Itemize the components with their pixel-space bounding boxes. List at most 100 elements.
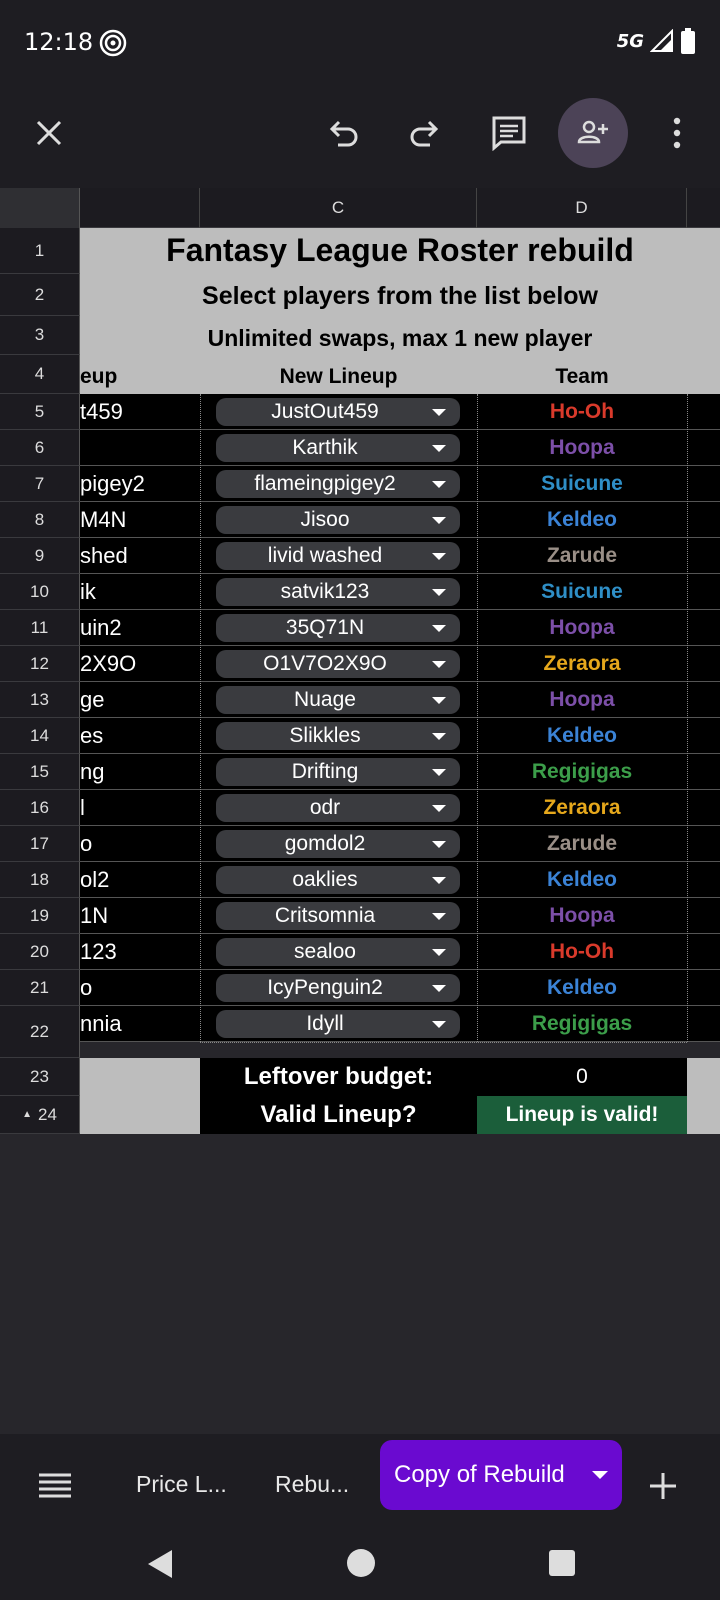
- new-lineup-dropdown[interactable]: sealoo: [216, 938, 460, 966]
- new-lineup-dropdown[interactable]: Drifting: [216, 758, 460, 786]
- column-header-b[interactable]: [80, 188, 200, 228]
- leftover-budget-label[interactable]: Leftover budget:: [200, 1058, 477, 1096]
- new-lineup-dropdown[interactable]: satvik123: [216, 578, 460, 606]
- old-lineup-cell[interactable]: es: [80, 718, 200, 754]
- team-cell[interactable]: Zarude: [477, 538, 687, 574]
- header-team[interactable]: Team: [477, 360, 687, 394]
- team-cell[interactable]: Zeraora: [477, 790, 687, 826]
- old-lineup-cell[interactable]: 123: [80, 934, 200, 970]
- row-header-24[interactable]: ▲ 24: [0, 1096, 80, 1134]
- old-lineup-cell[interactable]: shed: [80, 538, 200, 574]
- row-header-17[interactable]: 17: [0, 826, 80, 862]
- new-lineup-dropdown[interactable]: O1V7O2X9O: [216, 650, 460, 678]
- team-cell[interactable]: Regigigas: [477, 1006, 687, 1042]
- team-cell[interactable]: Suicune: [477, 466, 687, 502]
- new-lineup-dropdown[interactable]: Idyll: [216, 1010, 460, 1038]
- new-lineup-dropdown[interactable]: Slikkles: [216, 722, 460, 750]
- undo-button[interactable]: [308, 98, 378, 168]
- row-header-1[interactable]: 1: [0, 228, 80, 274]
- row-header-7[interactable]: 7: [0, 466, 80, 502]
- back-icon[interactable]: [146, 1548, 174, 1580]
- team-cell[interactable]: Keldeo: [477, 862, 687, 898]
- column-header-d[interactable]: D: [477, 188, 687, 228]
- row-header-3[interactable]: 3: [0, 316, 80, 355]
- new-lineup-dropdown[interactable]: gomdol2: [216, 830, 460, 858]
- old-lineup-cell[interactable]: 1N: [80, 898, 200, 934]
- row-header-10[interactable]: 10: [0, 574, 80, 610]
- old-lineup-cell[interactable]: ik: [80, 574, 200, 610]
- old-lineup-cell[interactable]: uin2: [80, 610, 200, 646]
- old-lineup-cell[interactable]: nnia: [80, 1006, 200, 1042]
- row-header-16[interactable]: 16: [0, 790, 80, 826]
- new-lineup-dropdown[interactable]: livid washed: [216, 542, 460, 570]
- row-header-6[interactable]: 6: [0, 430, 80, 466]
- home-icon[interactable]: [346, 1548, 376, 1578]
- row-header-19[interactable]: 19: [0, 898, 80, 934]
- new-lineup-dropdown[interactable]: Karthik: [216, 434, 460, 462]
- team-cell[interactable]: Keldeo: [477, 502, 687, 538]
- old-lineup-cell[interactable]: l: [80, 790, 200, 826]
- row-header-23[interactable]: 23: [0, 1058, 80, 1096]
- old-lineup-cell[interactable]: 2X9O: [80, 646, 200, 682]
- old-lineup-cell[interactable]: o: [80, 826, 200, 862]
- new-lineup-dropdown[interactable]: Jisoo: [216, 506, 460, 534]
- team-cell[interactable]: Hoopa: [477, 610, 687, 646]
- leftover-budget-value[interactable]: 0: [477, 1058, 687, 1096]
- share-button[interactable]: [558, 98, 628, 168]
- old-lineup-cell[interactable]: ol2: [80, 862, 200, 898]
- new-lineup-dropdown[interactable]: Nuage: [216, 686, 460, 714]
- old-lineup-cell[interactable]: M4N: [80, 502, 200, 538]
- row-header-21[interactable]: 21: [0, 970, 80, 1006]
- tab-copy-of-rebuild[interactable]: Copy of Rebuild: [380, 1440, 622, 1510]
- team-cell[interactable]: Zeraora: [477, 646, 687, 682]
- old-lineup-cell[interactable]: ng: [80, 754, 200, 790]
- column-header-c[interactable]: C: [200, 188, 477, 228]
- recents-icon[interactable]: [548, 1549, 576, 1577]
- row-header-9[interactable]: 9: [0, 538, 80, 574]
- valid-lineup-status[interactable]: Lineup is valid!: [477, 1096, 687, 1134]
- sheet-empty-area[interactable]: [0, 1134, 720, 1434]
- row-header-12[interactable]: 12: [0, 646, 80, 682]
- new-lineup-dropdown[interactable]: 35Q71N: [216, 614, 460, 642]
- new-lineup-dropdown[interactable]: flameingpigey2: [216, 470, 460, 498]
- row-header-14[interactable]: 14: [0, 718, 80, 754]
- old-lineup-cell[interactable]: o: [80, 970, 200, 1006]
- old-lineup-cell[interactable]: [80, 430, 200, 466]
- team-cell[interactable]: Regigigas: [477, 754, 687, 790]
- old-lineup-cell[interactable]: pigey2: [80, 466, 200, 502]
- team-cell[interactable]: Zarude: [477, 826, 687, 862]
- new-lineup-dropdown[interactable]: odr: [216, 794, 460, 822]
- add-sheet-button[interactable]: [648, 1434, 678, 1534]
- column-header-e[interactable]: [687, 188, 720, 228]
- new-lineup-dropdown[interactable]: oaklies: [216, 866, 460, 894]
- old-lineup-cell[interactable]: t459: [80, 394, 200, 430]
- row-header-13[interactable]: 13: [0, 682, 80, 718]
- new-lineup-dropdown[interactable]: Critsomnia: [216, 902, 460, 930]
- close-button[interactable]: [14, 98, 84, 168]
- team-cell[interactable]: Hoopa: [477, 430, 687, 466]
- new-lineup-dropdown[interactable]: JustOut459: [216, 398, 460, 426]
- more-options-button[interactable]: [642, 98, 712, 168]
- select-all-corner[interactable]: [0, 188, 80, 228]
- team-cell[interactable]: Ho-Oh: [477, 394, 687, 430]
- row-header-4[interactable]: 4: [0, 355, 80, 394]
- tab-rebuild[interactable]: Rebu...: [275, 1434, 349, 1534]
- team-cell[interactable]: Keldeo: [477, 970, 687, 1006]
- row-header-18[interactable]: 18: [0, 862, 80, 898]
- comments-button[interactable]: [474, 98, 544, 168]
- row-header-2[interactable]: 2: [0, 274, 80, 316]
- row-header-11[interactable]: 11: [0, 610, 80, 646]
- redo-button[interactable]: [390, 98, 460, 168]
- tab-price-list[interactable]: Price L...: [136, 1434, 227, 1534]
- old-lineup-cell[interactable]: ge: [80, 682, 200, 718]
- row-header-20[interactable]: 20: [0, 934, 80, 970]
- row-header-5[interactable]: 5: [0, 394, 80, 430]
- team-cell[interactable]: Keldeo: [477, 718, 687, 754]
- row-header-8[interactable]: 8: [0, 502, 80, 538]
- team-cell[interactable]: Hoopa: [477, 682, 687, 718]
- all-sheets-button[interactable]: [38, 1434, 72, 1534]
- team-cell[interactable]: Hoopa: [477, 898, 687, 934]
- team-cell[interactable]: Suicune: [477, 574, 687, 610]
- valid-lineup-label[interactable]: Valid Lineup?: [200, 1096, 477, 1134]
- header-new-lineup[interactable]: New Lineup: [200, 360, 477, 394]
